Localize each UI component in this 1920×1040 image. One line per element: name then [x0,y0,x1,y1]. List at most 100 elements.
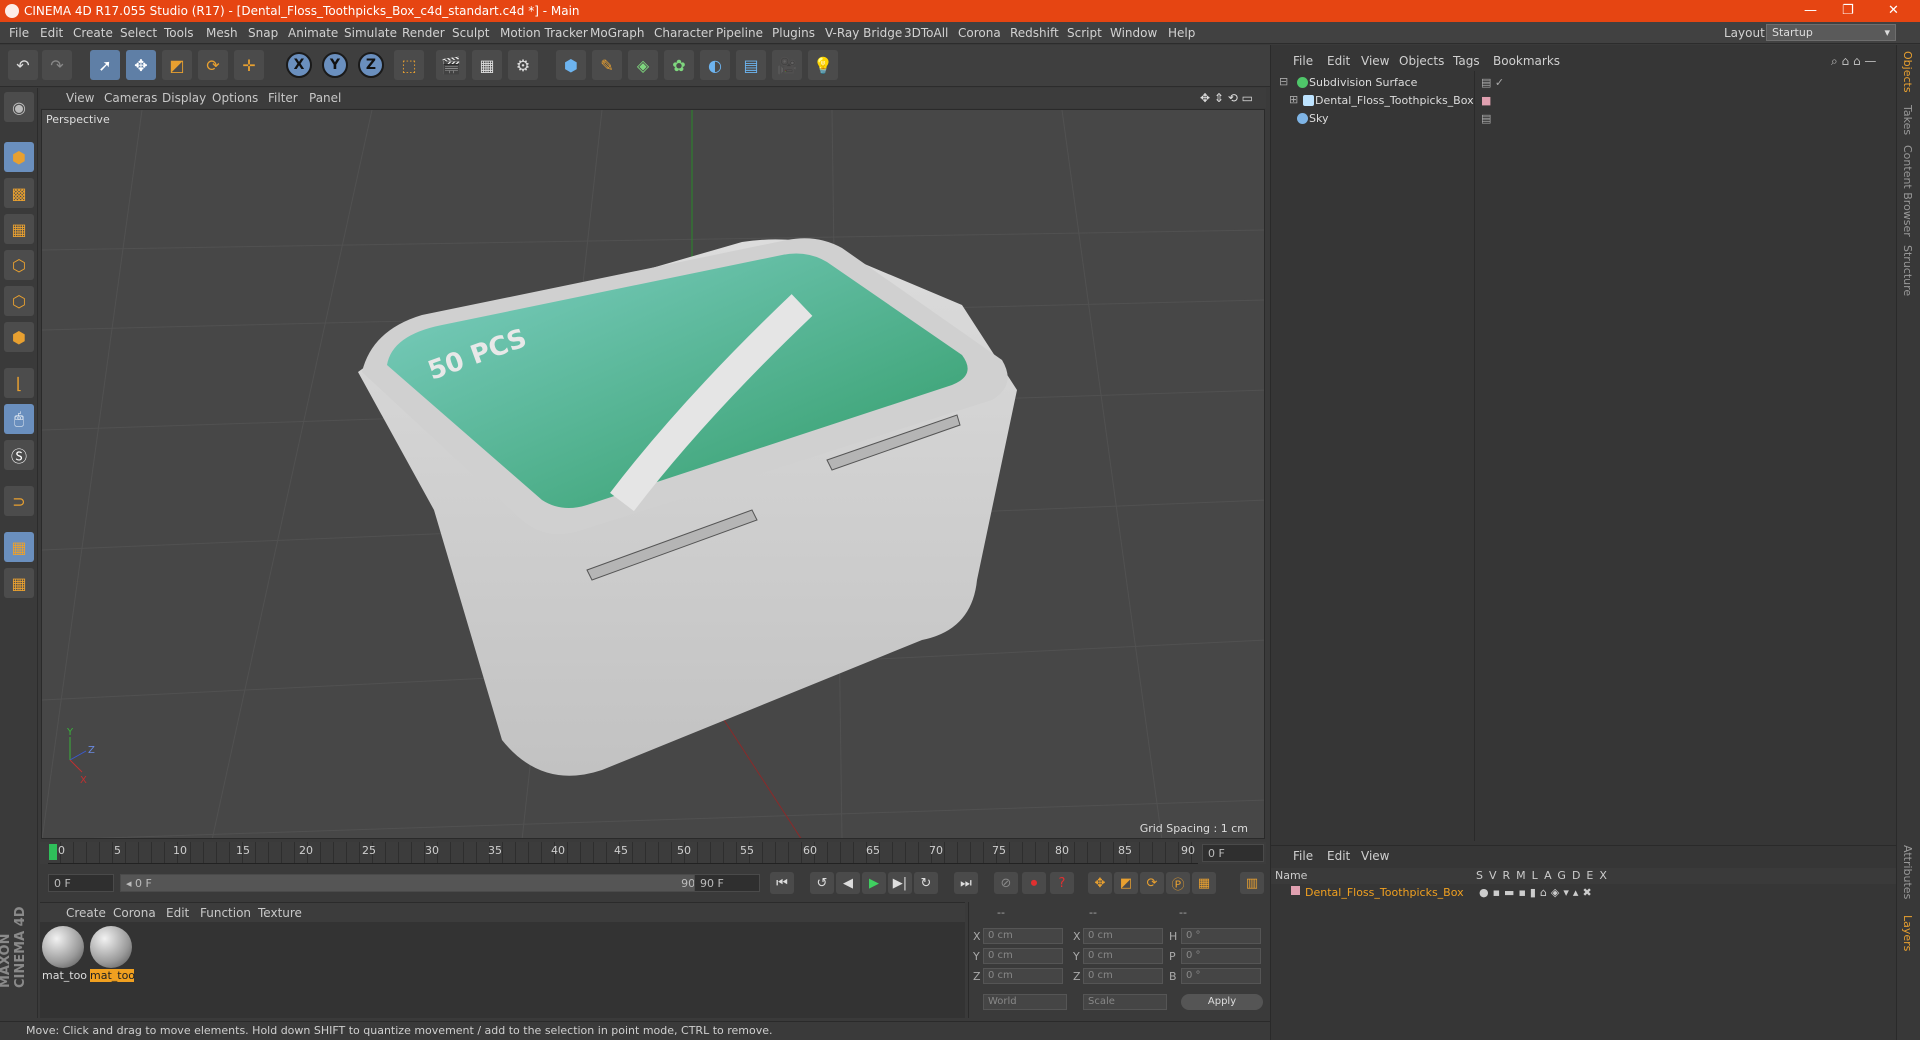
obj-menu-tags[interactable]: Tags [1453,54,1480,68]
obj-menu-view[interactable]: View [1361,54,1389,68]
size-x-field[interactable]: 0 cm [1083,928,1163,944]
playhead[interactable] [49,844,57,860]
restore-button[interactable]: ❐ [1842,3,1854,18]
axis-mode-icon[interactable]: ⌊ [4,368,34,398]
obj-menu-bookmarks[interactable]: Bookmarks [1493,54,1560,68]
model-mode-icon[interactable]: ⬢ [4,142,34,172]
menu-file[interactable]: File [9,26,29,40]
rotation-b-field[interactable]: 0 ° [1181,968,1261,984]
tab-attributes[interactable]: Attributes [1901,845,1914,899]
mograph-cloner-icon[interactable]: ✿ [664,50,694,80]
menu-mograph[interactable]: MoGraph [590,26,645,40]
prev-key-icon[interactable]: ↺ [810,872,834,894]
position-y-field[interactable]: 0 cm [983,948,1063,964]
render-picture-viewer-icon[interactable]: ▦ [472,50,502,80]
key-pla-icon[interactable]: ▦ [1192,872,1216,894]
position-z-field[interactable]: 0 cm [983,968,1063,984]
mat-menu-function[interactable]: Function [200,906,251,920]
vp-menu-panel[interactable]: Panel [309,91,341,105]
record-path-icon[interactable]: ⊘ [994,872,1018,894]
menu-tools[interactable]: Tools [164,26,194,40]
snap-icon[interactable]: Ⓢ [4,440,34,470]
visibility-dots[interactable]: ▤ ✓ [1481,76,1504,89]
menu-script[interactable]: Script [1067,26,1102,40]
deformer-icon[interactable]: ◐ [700,50,730,80]
viewport-nav-icons[interactable]: ✥ ⇕ ⟲ ▭ [1200,91,1253,105]
menu-create[interactable]: Create [73,26,113,40]
menu-snap[interactable]: Snap [248,26,278,40]
polygons-mode-icon[interactable]: ⬢ [4,322,34,352]
tab-objects[interactable]: Objects [1901,51,1914,93]
mat-menu-edit[interactable]: Edit [166,906,189,920]
search-icon[interactable]: ⌕ ⌂ ⌂ — [1831,54,1876,69]
menu-vray-bridge[interactable]: V-Ray Bridge [825,26,902,40]
timeline-ruler[interactable]: 0 5 10 15 20 25 30 35 40 45 50 55 60 65 … [40,842,1266,864]
collapse-icon[interactable]: ⊟ [1279,75,1288,88]
scale-icon[interactable]: ◩ [162,50,192,80]
auto-key-icon[interactable]: ? [1050,872,1074,894]
axis-x-icon[interactable]: X [286,52,312,78]
menu-edit[interactable]: Edit [40,26,63,40]
key-scale-icon[interactable]: ◩ [1114,872,1138,894]
tab-structure[interactable]: Structure [1901,245,1914,296]
frame-range-slider[interactable]: ◂ 0 F 90 F ▸ [120,874,720,892]
perspective-viewport[interactable]: 50 PCS Y Z X Perspective Grid Spacing : … [41,109,1265,839]
record-icon[interactable]: ⏺ [1022,872,1046,894]
undo-icon[interactable]: ↶ [8,50,38,80]
rotation-h-field[interactable]: 0 ° [1181,928,1261,944]
vp-menu-cameras[interactable]: Cameras [104,91,157,105]
goto-end-icon[interactable]: ⏭ [954,872,978,894]
menu-corona[interactable]: Corona [958,26,1001,40]
menu-motion-tracker[interactable]: Motion Tracker [500,26,588,40]
light-icon[interactable]: 💡 [808,50,838,80]
locked-workplane-icon[interactable]: ▦ [4,532,34,562]
axis-z-icon[interactable]: Z [358,52,384,78]
material-tag-icon[interactable]: ■ [1481,94,1491,107]
layer-flag-icons[interactable]: ●▪▬▪▮⌂◈▾▴✖ [1479,886,1596,899]
key-rotation-icon[interactable]: ⟳ [1140,872,1164,894]
world-select[interactable]: World [983,994,1067,1010]
play-icon[interactable]: ▶ [862,872,886,894]
goto-start-icon[interactable]: ⏮ [770,872,794,894]
tab-content-browser[interactable]: Content Browser [1901,145,1914,237]
texture-mode-icon[interactable]: ▩ [4,178,34,208]
menu-render[interactable]: Render [402,26,445,40]
end-frame-field[interactable]: 90 F [694,874,760,892]
current-frame-field[interactable]: 0 F [1202,844,1264,862]
next-key-icon[interactable]: ↻ [914,872,938,894]
object-row[interactable]: Sky ▤ [1275,110,1895,128]
camera-icon[interactable]: 🎥 [772,50,802,80]
mat-menu-texture[interactable]: Texture [258,906,302,920]
vp-menu-filter[interactable]: Filter [268,91,298,105]
make-editable-icon[interactable]: ◉ [4,92,34,122]
menu-sculpt[interactable]: Sculpt [452,26,489,40]
move-icon[interactable]: ✥ [126,50,156,80]
rotate-icon[interactable]: ⟳ [198,50,228,80]
vp-menu-display[interactable]: Display [162,91,206,105]
object-row[interactable]: ⊞ Dental_Floss_Toothpicks_Box ■ [1275,92,1895,110]
visibility-dots[interactable]: ▤ [1481,112,1491,125]
layout-select[interactable]: Startup ▾ [1766,24,1896,41]
menu-pipeline[interactable]: Pipeline [716,26,763,40]
obj-menu-objects[interactable]: Objects [1399,54,1444,68]
expand-icon[interactable]: ⊞ [1289,93,1298,106]
tab-takes[interactable]: Takes [1901,105,1914,135]
layer-menu-file[interactable]: File [1293,849,1313,863]
vp-menu-view[interactable]: View [66,91,94,105]
layer-menu-view[interactable]: View [1361,849,1389,863]
size-z-field[interactable]: 0 cm [1083,968,1163,984]
floor-icon[interactable]: ▤ [736,50,766,80]
mat-menu-corona[interactable]: Corona [113,906,156,920]
edit-render-settings-icon[interactable]: ⚙ [508,50,538,80]
rotation-p-field[interactable]: 0 ° [1181,948,1261,964]
axis-y-icon[interactable]: Y [322,52,348,78]
edges-mode-icon[interactable]: ⬡ [4,286,34,316]
select-arrow-icon[interactable]: ➚ [90,50,120,80]
menu-3dtoall[interactable]: 3DToAll [904,26,948,40]
scale-select[interactable]: Scale [1083,994,1167,1010]
redo-icon[interactable]: ↷ [42,50,72,80]
menu-simulate[interactable]: Simulate [344,26,397,40]
start-frame-field[interactable]: 0 F [48,874,114,892]
workplane-icon[interactable]: ▦ [4,214,34,244]
dental-floss-box-model[interactable]: 50 PCS [358,238,1017,776]
